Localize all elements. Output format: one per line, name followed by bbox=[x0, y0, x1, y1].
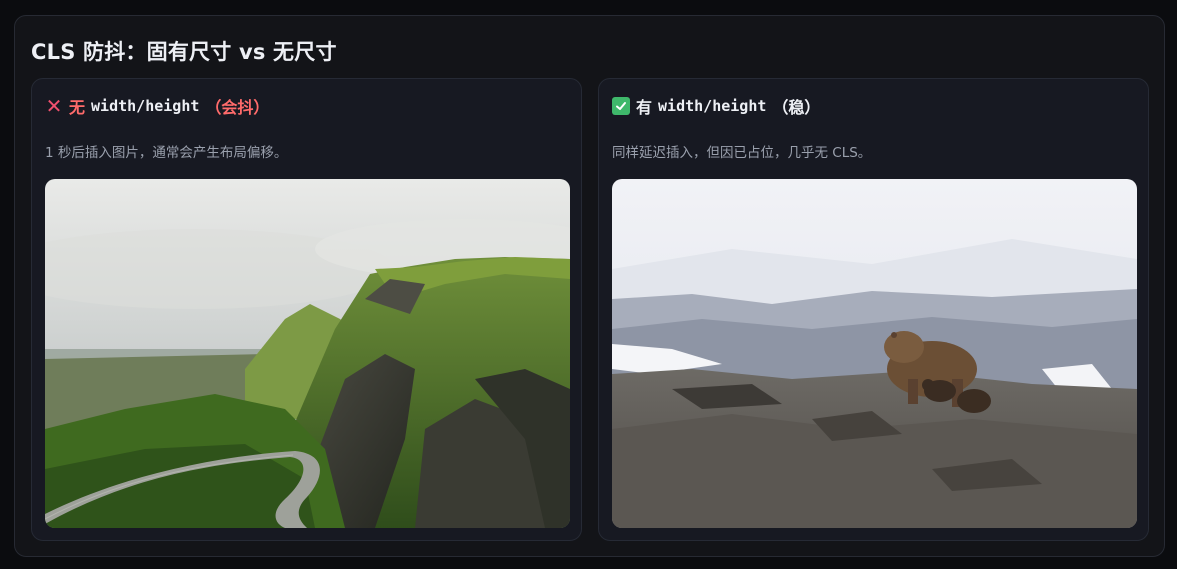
card-title-prefix: 无 bbox=[69, 98, 86, 117]
mountain-landscape-image bbox=[45, 179, 570, 528]
card-description: 1 秒后插入图片，通常会产生布局偏移。 bbox=[45, 145, 288, 161]
cross-mark-icon: ✕ bbox=[45, 94, 63, 118]
check-mark-icon bbox=[612, 97, 630, 115]
card-title-suffix: （会抖） bbox=[205, 98, 270, 117]
bear-photo-image bbox=[612, 179, 1137, 528]
card-with-dimensions: 有 width/height （稳） 同样延迟插入，但因已占位，几乎无 CLS。 bbox=[598, 78, 1149, 541]
card-title-suffix: （稳） bbox=[772, 98, 821, 117]
card-title-code: width/height bbox=[91, 97, 200, 115]
card-title-code: width/height bbox=[658, 97, 767, 115]
card-title: 有 width/height （稳） bbox=[612, 93, 820, 119]
card-description: 同样延迟插入，但因已占位，几乎无 CLS。 bbox=[612, 145, 872, 161]
main-panel: CLS 防抖：固有尺寸 vs 无尺寸 ✕ 无 width/height （会抖）… bbox=[14, 15, 1165, 557]
card-title-prefix: 有 bbox=[636, 98, 653, 117]
card-without-dimensions: ✕ 无 width/height （会抖） 1 秒后插入图片，通常会产生布局偏移… bbox=[31, 78, 582, 541]
page-title: CLS 防抖：固有尺寸 vs 无尺寸 bbox=[31, 40, 337, 64]
card-title: ✕ 无 width/height （会抖） bbox=[45, 93, 270, 119]
